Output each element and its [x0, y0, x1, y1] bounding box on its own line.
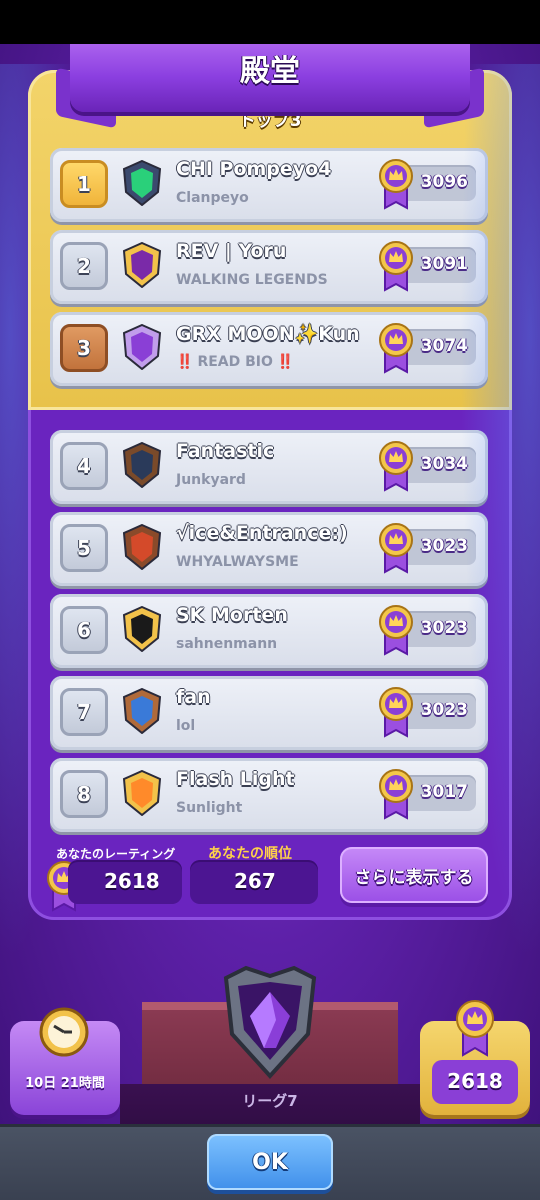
rank-number: 8 — [60, 770, 108, 818]
leaderboard-row[interactable]: 3 GRX MOON✨Kun ‼️ READ BIO ‼️ 3074 — [50, 312, 488, 386]
player-name: REV | Yoru — [176, 240, 287, 262]
crown-medal-icon — [379, 241, 413, 292]
player-name: SK Morten — [176, 604, 288, 626]
ok-button[interactable]: OK — [207, 1134, 333, 1190]
trophy-score: 3034 — [420, 454, 468, 474]
clan-name: WHYALWAYSME — [176, 554, 299, 570]
double-exclamation-icon: ‼️ — [176, 354, 194, 370]
leaderboard-row[interactable]: 6 SK Morten sahnenmann 3023 — [50, 594, 488, 668]
crown-medal-icon — [379, 605, 413, 656]
title-banner: 殿堂 — [70, 44, 470, 112]
lightning-badge-icon — [122, 324, 162, 370]
player-name: Flash Light — [176, 768, 295, 790]
rank-number: 3 — [60, 324, 108, 372]
crown-medal-icon — [379, 687, 413, 738]
rank-number: 4 — [60, 442, 108, 490]
sunset-badge-icon — [122, 524, 162, 570]
trophy-score: 3096 — [420, 172, 468, 192]
rank-number: 1 — [60, 160, 108, 208]
hall-of-fame-screen: 殿堂 トップ3 1 CHI Pompeyo4 Clanpeyo 3096 2 REV | … — [0, 44, 540, 1200]
crown-medal-icon — [379, 441, 413, 492]
clan-name: Clanpeyo — [176, 190, 249, 206]
clan-name: Junkyard — [176, 472, 246, 488]
trophy-score: 3023 — [420, 618, 468, 638]
crown-medal-icon — [456, 1000, 494, 1057]
clock-icon — [39, 1007, 89, 1057]
clan-name-text: READ BIO — [197, 354, 273, 370]
player-name: √ice&Entrance:) — [176, 522, 348, 544]
leaderboard-row[interactable]: 1 CHI Pompeyo4 Clanpeyo 3096 — [50, 148, 488, 222]
rank-value: 267 — [234, 869, 276, 893]
crown-medal-icon — [379, 769, 413, 820]
page-title: 殿堂 — [240, 54, 300, 89]
bamboo-badge-icon — [122, 606, 162, 652]
trophy-value: 2618 — [447, 1069, 503, 1093]
crown-medal-icon — [379, 159, 413, 210]
trophy-score: 3091 — [420, 254, 468, 274]
leaderboard-row[interactable]: 5 √ice&Entrance:) WHYALWAYSME 3023 — [50, 512, 488, 586]
green-gem-badge-icon — [122, 160, 162, 206]
player-name: GRX MOON✨Kun — [176, 323, 360, 345]
player-name: CHI Pompeyo4 — [176, 158, 332, 180]
leaderboard-row[interactable]: 4 Fantastic Junkyard 3034 — [50, 430, 488, 504]
clan-name: sahnenmann — [176, 636, 278, 652]
trophy-score: 3074 — [420, 336, 468, 356]
trophy-score: 3023 — [420, 700, 468, 720]
trophy-score: 3017 — [420, 782, 468, 802]
leaderboard-row[interactable]: 7 fan lol 3023 — [50, 676, 488, 750]
trophy-score: 3023 — [420, 536, 468, 556]
clan-name: Sunlight — [176, 800, 243, 816]
rating-value: 2618 — [104, 869, 160, 893]
season-timer: 10日 21時間 — [25, 1076, 105, 1091]
mask-badge-icon — [122, 442, 162, 488]
double-exclamation-icon: ‼️ — [276, 354, 295, 370]
leaderboard-row[interactable]: 8 Flash Light Sunlight 3017 — [50, 758, 488, 832]
league-shield-icon — [223, 965, 317, 1079]
arrow-badge-icon — [122, 688, 162, 734]
crown-medal-icon — [379, 323, 413, 374]
rank-number: 6 — [60, 606, 108, 654]
clan-name: lol — [176, 718, 196, 734]
clan-name: WALKING LEGENDS — [176, 272, 328, 288]
player-name: fan — [176, 686, 211, 708]
show-more-button[interactable]: さらに表示する — [340, 847, 488, 903]
leaderboard-row[interactable]: 2 REV | Yoru WALKING LEGENDS 3091 — [50, 230, 488, 304]
player-name: Fantastic — [176, 440, 275, 462]
rank-number: 7 — [60, 688, 108, 736]
rank-number: 2 — [60, 242, 108, 290]
flame-badge-icon — [122, 770, 162, 816]
crown-medal-icon — [379, 523, 413, 574]
skull-badge-icon — [122, 242, 162, 288]
rank-number: 5 — [60, 524, 108, 572]
clan-name: ‼️ READ BIO ‼️ — [176, 354, 294, 370]
